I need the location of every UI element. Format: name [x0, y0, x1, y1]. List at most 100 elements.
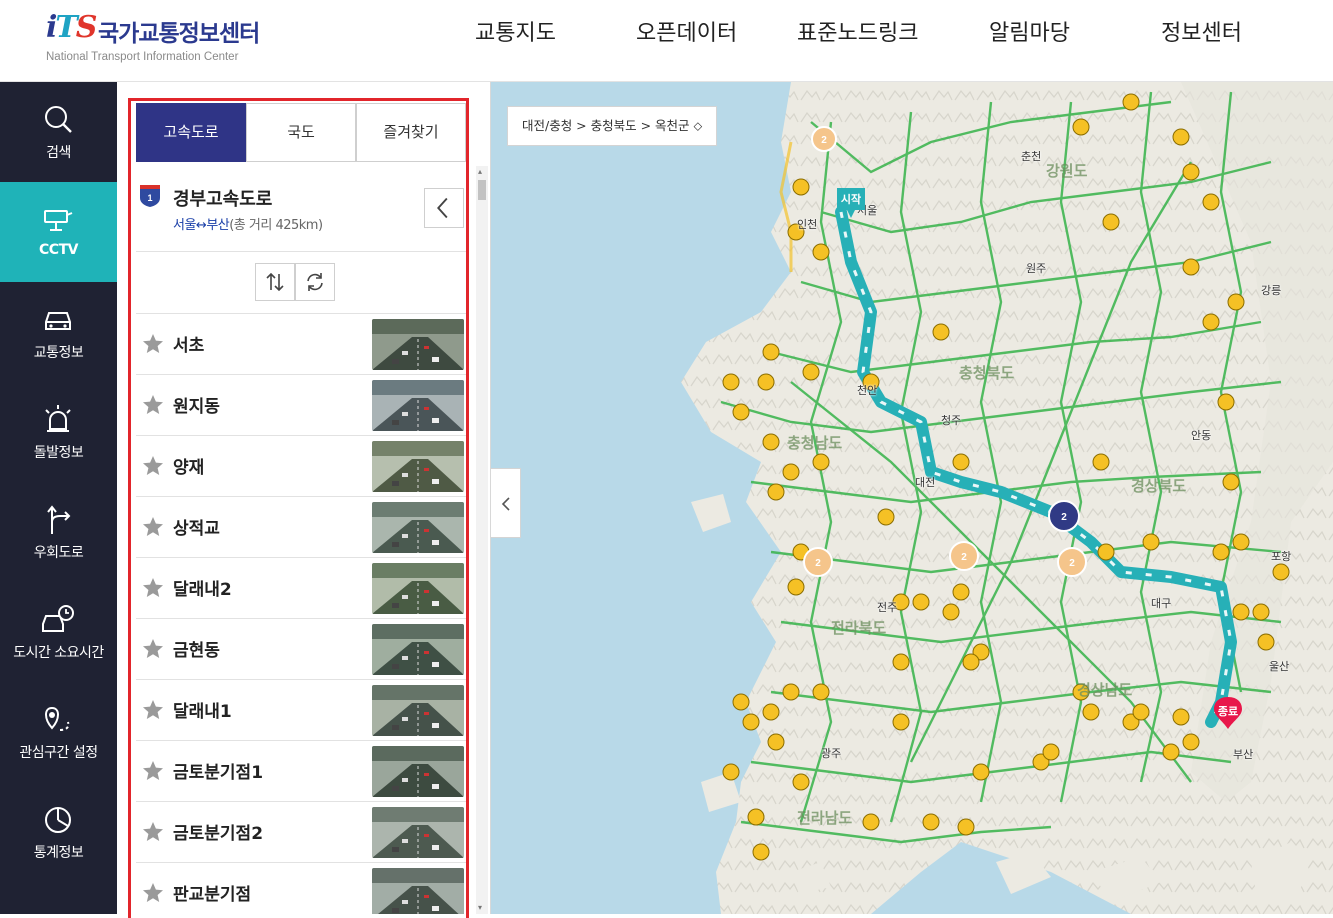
- cctv-list-item[interactable]: 원지동: [136, 375, 466, 436]
- region-label: 전라북도: [831, 619, 887, 637]
- cctv-thumbnail[interactable]: [372, 441, 464, 492]
- sidebar-item-incident[interactable]: 돌발정보: [0, 382, 117, 482]
- back-button[interactable]: [424, 188, 464, 228]
- car-icon: [45, 312, 71, 330]
- sidebar-item-detour[interactable]: 우회도로: [0, 482, 117, 582]
- favorite-star-icon[interactable]: [141, 576, 165, 600]
- end-label: 종료: [1217, 705, 1239, 718]
- car-clock-icon: [42, 605, 74, 632]
- tab-expressway[interactable]: 고속도로: [136, 103, 246, 162]
- scroll-thumb[interactable]: [478, 180, 486, 200]
- cctv-list-item[interactable]: 달래내2: [136, 558, 466, 619]
- cctv-thumbnail[interactable]: [372, 746, 464, 797]
- cctv-list-item[interactable]: 서초: [136, 314, 466, 375]
- cctv-list-item[interactable]: 양재: [136, 436, 466, 497]
- shield-number: 1: [147, 193, 152, 203]
- sidebar-item-traffic[interactable]: 교통정보: [0, 282, 117, 382]
- city-label: 포항: [1271, 550, 1292, 563]
- cctv-thumbnail[interactable]: [372, 319, 464, 370]
- favorite-star-icon[interactable]: [141, 393, 165, 417]
- cluster-count: 2: [1061, 512, 1067, 523]
- start-marker[interactable]: 시작: [835, 186, 867, 220]
- sidebar-label: 도시간 소요시간: [13, 645, 104, 661]
- region-label: 강원도: [1046, 162, 1088, 180]
- road-type-tabs: 고속도로 국도 즐겨찾기: [136, 103, 466, 162]
- city-label: 강릉: [1261, 284, 1282, 297]
- cctv-thumbnail[interactable]: [372, 502, 464, 553]
- sidebar-label: 교통정보: [33, 345, 84, 361]
- swap-vertical-icon: [266, 272, 284, 292]
- cluster-count: 2: [961, 552, 967, 563]
- cctv-list-item[interactable]: 상적교: [136, 497, 466, 558]
- cctv-thumbnail[interactable]: [372, 868, 464, 914]
- end-marker[interactable]: 종료: [1212, 696, 1244, 730]
- tab-favorites[interactable]: 즐겨찾기: [356, 103, 466, 162]
- sidebar-item-statistics[interactable]: 통계정보: [0, 782, 117, 882]
- cctv-list-item[interactable]: 금토분기점1: [136, 741, 466, 802]
- cctv-name: 금토분기점2: [173, 824, 264, 844]
- tab-national-road[interactable]: 국도: [246, 103, 356, 162]
- top-header: iTS 국가교통정보센터 National Transport Informat…: [0, 0, 1333, 82]
- nav-node-link[interactable]: 표준노드링크: [797, 15, 918, 47]
- sidebar-item-travel-time[interactable]: 도시간 소요시간: [0, 582, 117, 682]
- sidebar-item-search[interactable]: 검색: [0, 82, 117, 182]
- sidebar-item-cctv[interactable]: CCTV: [0, 182, 117, 282]
- favorite-star-icon[interactable]: [141, 515, 165, 539]
- favorite-star-icon[interactable]: [141, 332, 165, 356]
- cctv-name: 서초: [173, 336, 205, 356]
- cluster-count: 2: [815, 558, 821, 569]
- panel-scrollbar[interactable]: ▴ ▾: [476, 166, 488, 914]
- cctv-thumbnail[interactable]: [372, 807, 464, 858]
- panel-toggle-button[interactable]: [491, 468, 521, 538]
- sidebar-label: 검색: [46, 145, 71, 161]
- cctv-list-item[interactable]: 금현동: [136, 619, 466, 680]
- city-label: 천안: [857, 384, 878, 397]
- siren-icon: [45, 405, 71, 432]
- road-distance: (총 거리 425km): [229, 218, 323, 233]
- chevron-left-icon: [501, 497, 510, 511]
- scroll-up-icon[interactable]: ▴: [478, 168, 486, 176]
- location-breadcrumb[interactable]: 대전/충청 > 충청북도 > 옥천군 ⬦: [507, 106, 718, 146]
- favorite-star-icon[interactable]: [141, 454, 165, 478]
- logo-title: 국가교통정보센터: [98, 21, 260, 47]
- nav-traffic-map[interactable]: 교통지도: [475, 15, 556, 47]
- cctv-name: 판교분기점: [173, 885, 252, 905]
- refresh-button[interactable]: [295, 263, 335, 301]
- city-label: 청주: [941, 414, 962, 427]
- reverse-direction-button[interactable]: [255, 263, 295, 301]
- favorite-star-icon[interactable]: [141, 637, 165, 661]
- start-label: 시작: [840, 193, 862, 206]
- nav-open-data[interactable]: 오픈데이터: [636, 15, 737, 47]
- nav-info-center[interactable]: 정보센터: [1161, 15, 1242, 47]
- cctv-thumbnail[interactable]: [372, 380, 464, 431]
- cctv-thumbnail[interactable]: [372, 624, 464, 675]
- cctv-panel: 고속도로 국도 즐겨찾기 1 경부고속도로 서울↔부산(총 거리 425km) …: [117, 82, 491, 918]
- city-label: 원주: [1026, 262, 1047, 275]
- favorite-star-icon[interactable]: [141, 759, 165, 783]
- scroll-down-icon[interactable]: ▾: [478, 904, 486, 912]
- traffic-map[interactable]: 2 2 2 2 2 강원도 충청북도 충청남도 경상북도 전라북도 경상남도 전…: [491, 82, 1333, 914]
- route-pin-icon: [45, 706, 70, 731]
- cctv-name: 상적교: [173, 519, 220, 539]
- favorite-star-icon[interactable]: [141, 881, 165, 905]
- road-header: 1 경부고속도로 서울↔부산(총 거리 425km): [136, 162, 466, 252]
- city-label: 광주: [821, 747, 842, 760]
- sidebar-item-interest-section[interactable]: 관심구간 설정: [0, 682, 117, 782]
- detour-icon: [47, 505, 71, 534]
- list-tools: [136, 252, 466, 314]
- cctv-icon: [44, 210, 73, 231]
- cctv-thumbnail[interactable]: [372, 685, 464, 736]
- cctv-thumbnail[interactable]: [372, 563, 464, 614]
- sidebar-label: 통계정보: [33, 845, 84, 861]
- city-label: 안동: [1191, 429, 1212, 442]
- favorite-star-icon[interactable]: [141, 820, 165, 844]
- chevron-left-icon: [437, 197, 448, 219]
- site-logo[interactable]: iTS 국가교통정보센터 National Transport Informat…: [44, 10, 284, 63]
- cctv-name: 원지동: [173, 397, 220, 417]
- cctv-list-item[interactable]: 판교분기점: [136, 863, 466, 914]
- cctv-list-item[interactable]: 달래내1: [136, 680, 466, 741]
- favorite-star-icon[interactable]: [141, 698, 165, 722]
- cctv-list-item[interactable]: 금토분기점2: [136, 802, 466, 863]
- nav-notice[interactable]: 알림마당: [989, 15, 1070, 47]
- region-label: 전라남도: [797, 809, 853, 827]
